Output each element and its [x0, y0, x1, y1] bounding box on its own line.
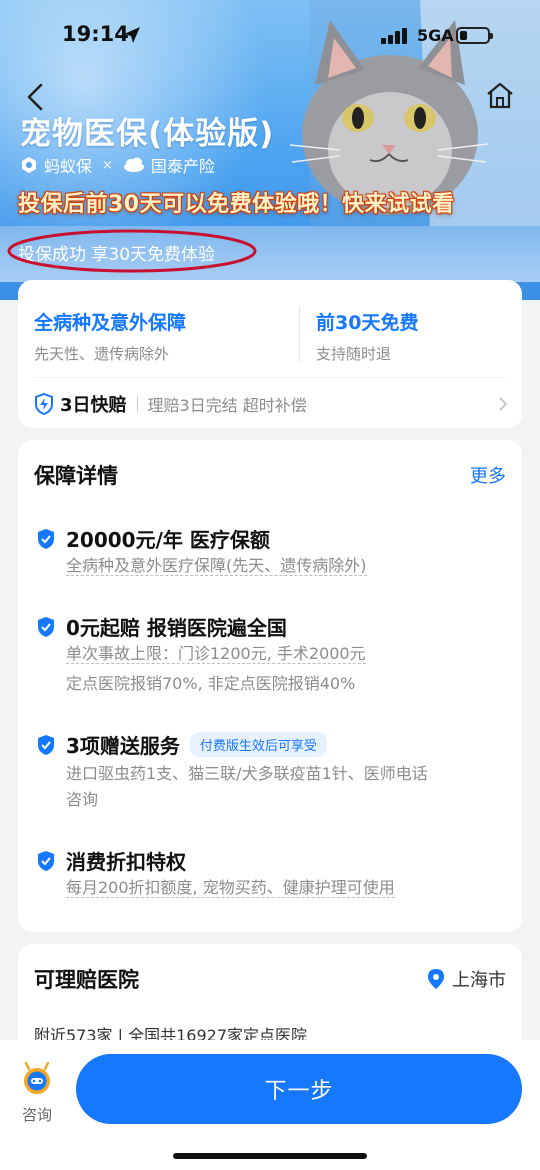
location-arrow-icon	[124, 27, 140, 43]
shield-check-icon	[38, 617, 54, 637]
coverage-item-line: 咨询	[66, 790, 99, 809]
ant-logo-icon	[20, 156, 38, 174]
next-step-button[interactable]: 下一步	[76, 1054, 522, 1124]
bottom-action-bar: 咨询 下一步	[0, 1040, 540, 1170]
home-icon[interactable]	[484, 80, 516, 112]
shield-check-icon	[38, 851, 54, 871]
home-indicator	[173, 1153, 367, 1159]
hand-drawn-circle	[7, 229, 257, 273]
divider	[136, 396, 138, 412]
hero-banner: 19:14 5GA 宠物医保(体验版) 蚂蚁保 × 国泰产险 投保后前30天可以…	[0, 0, 540, 300]
shield-check-icon	[38, 735, 54, 755]
cloud-logo-icon	[123, 157, 145, 173]
brand-separator: ×	[102, 157, 113, 173]
feature-title: 全病种及意外保障	[34, 312, 187, 334]
paid-version-tag: 付费版生效后可享受	[189, 732, 327, 757]
fast-claim-title: 3日快赔	[60, 395, 127, 416]
coverage-item: 20000元/年 医疗保额 全病种及意外医疗保障(先天、遗传病除外)	[36, 524, 506, 584]
lightning-shield-icon	[35, 393, 53, 415]
coverage-item: 0元起赔 报销医院遍全国 单次事故上限：门诊1200元, 手术2000元 定点医…	[36, 612, 506, 702]
consult-button[interactable]: 咨询	[16, 1061, 58, 1125]
fast-claim-desc: 理赔3日完结 超时补偿	[147, 396, 307, 415]
feature-sub: 支持随时退	[316, 345, 392, 363]
feature-free-trial: 前30天免费 支持随时退	[316, 308, 418, 364]
more-link[interactable]: 更多	[470, 462, 506, 488]
chevron-right-icon	[499, 397, 508, 411]
network-type: 5GA	[417, 26, 454, 45]
feature-sub: 先天性、遗传病除外	[34, 345, 170, 363]
signal-icon	[381, 28, 407, 44]
coverage-item: 消费折扣特权 每月200折扣额度, 宠物买药、健康护理可使用	[36, 846, 506, 906]
consult-label: 咨询	[21, 1106, 52, 1124]
coverage-item-title: 20000元/年 医疗保额	[66, 528, 270, 552]
status-bar: 19:14 5GA	[0, 0, 540, 70]
section-title: 保障详情	[34, 464, 118, 488]
coverage-item: 3项赠送服务 付费版生效后可享受 进口驱虫药1支、猫三联/犬多联疫苗1针、医师电话…	[36, 730, 506, 820]
fast-claim-row[interactable]: 3日快赔 理赔3日完结 超时补偿	[34, 390, 508, 418]
coverage-item-title-row: 3项赠送服务 付费版生效后可享受	[66, 730, 327, 759]
shield-check-icon	[38, 529, 54, 549]
page-title: 宠物医保(体验版)	[20, 116, 275, 152]
coverage-item-title: 3项赠送服务	[66, 734, 180, 758]
coverage-item-line: 全病种及意外医疗保障(先天、遗传病除外)	[66, 556, 367, 576]
coverage-item-title: 消费折扣特权	[66, 850, 186, 874]
coverage-details-card: 保障详情 更多 20000元/年 医疗保额 全病种及意外医疗保障(先天、遗传病除…	[18, 440, 522, 932]
feature-card: 全病种及意外保障 先天性、遗传病除外 前30天免费 支持随时退 3日快赔 理赔3…	[18, 280, 522, 428]
divider	[34, 377, 506, 378]
coverage-item-line: 进口驱虫药1支、猫三联/犬多联疫苗1针、医师电话	[66, 764, 428, 783]
city-selector[interactable]: 上海市	[428, 966, 506, 992]
coverage-item-line: 单次事故上限：门诊1200元, 手术2000元	[66, 644, 366, 664]
section-title: 可理赔医院	[34, 968, 139, 992]
brand-guotai: 国泰产险	[150, 157, 215, 176]
battery-icon	[456, 27, 493, 44]
consult-bot-icon	[24, 1061, 50, 1094]
coverage-item-line: 每月200折扣额度, 宠物买药、健康护理可使用	[66, 878, 395, 898]
coverage-item-title: 0元起赔 报销医院遍全国	[66, 616, 287, 640]
coverage-item-line: 定点医院报销70%, 非定点医院报销40%	[66, 674, 356, 693]
feature-coverage: 全病种及意外保障 先天性、遗传病除外	[34, 308, 186, 364]
promo-banner: 投保后前30天可以免费体验哦！快来试试看	[18, 192, 455, 217]
feature-title: 前30天免费	[316, 312, 419, 334]
city-name: 上海市	[452, 970, 506, 991]
divider	[299, 306, 300, 362]
status-time: 19:14	[62, 22, 129, 46]
location-pin-icon	[428, 969, 444, 989]
brand-row: 蚂蚁保 × 国泰产险	[20, 153, 215, 177]
brand-ant: 蚂蚁保	[44, 157, 93, 176]
